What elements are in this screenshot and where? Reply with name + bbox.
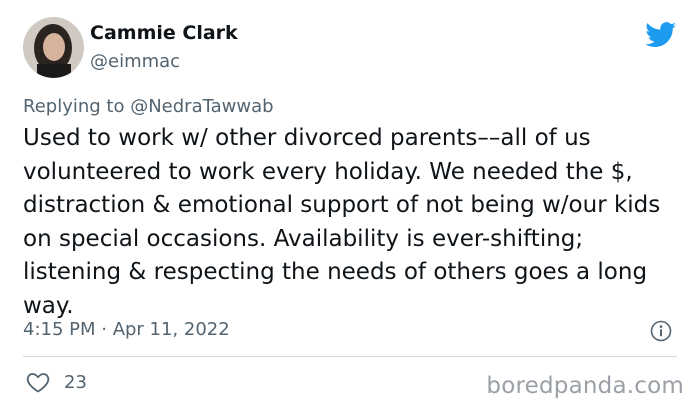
- reply-mention-link[interactable]: @NedraTawwab: [130, 96, 273, 117]
- heart-icon: [26, 373, 50, 393]
- avatar[interactable]: [23, 17, 84, 78]
- divider: [23, 356, 677, 357]
- info-icon[interactable]: [650, 320, 672, 342]
- tweet-timestamp[interactable]: 4:15 PM · Apr 11, 2022: [23, 319, 230, 340]
- tweet-card: Cammie Clark @eimmac Replying to @NedraT…: [0, 0, 700, 410]
- like-button[interactable]: 23: [26, 371, 87, 393]
- author-name[interactable]: Cammie Clark: [90, 22, 238, 44]
- author-handle[interactable]: @eimmac: [90, 51, 180, 72]
- reply-context: Replying to @NedraTawwab: [23, 96, 274, 117]
- twitter-bird-icon: [645, 22, 677, 48]
- reply-prefix: Replying to: [23, 96, 131, 117]
- like-count: 23: [64, 371, 87, 393]
- tweet-text: Used to work w/ other divorced parents––…: [23, 125, 661, 319]
- watermark: boredpanda.com: [486, 373, 684, 399]
